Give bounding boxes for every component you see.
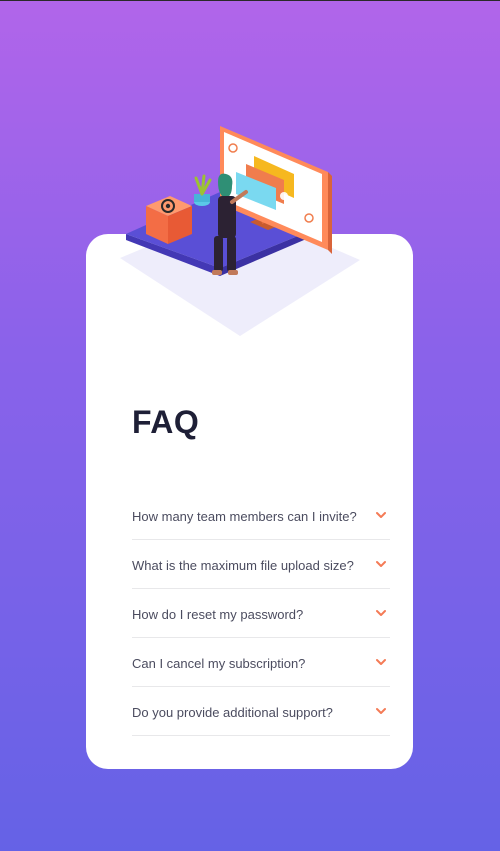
- faq-question: What is the maximum file upload size?: [132, 558, 354, 573]
- faq-item[interactable]: How do I reset my password?: [132, 589, 390, 638]
- faq-question: How do I reset my password?: [132, 607, 304, 622]
- faq-item[interactable]: What is the maximum file upload size?: [132, 540, 390, 589]
- page-title: FAQ: [132, 404, 200, 440]
- faq-question: How many team members can I invite?: [132, 509, 357, 524]
- faq-question: Do you provide additional support?: [132, 705, 333, 720]
- faq-question: Can I cancel my subscription?: [132, 656, 306, 671]
- chevron-down-icon: [376, 610, 386, 616]
- faq-item[interactable]: Can I cancel my subscription?: [132, 638, 390, 687]
- chevron-down-icon: [376, 708, 386, 714]
- faq-item[interactable]: Do you provide additional support?: [132, 687, 390, 736]
- faq-item[interactable]: How many team members can I invite?: [132, 491, 390, 540]
- woman-at-computer-illustration: [120, 126, 360, 336]
- chevron-down-icon: [376, 659, 386, 665]
- top-border: [0, 0, 500, 1]
- chevron-down-icon: [376, 512, 386, 518]
- faq-accordion: How many team members can I invite? What…: [132, 491, 390, 736]
- chevron-down-icon: [376, 561, 386, 567]
